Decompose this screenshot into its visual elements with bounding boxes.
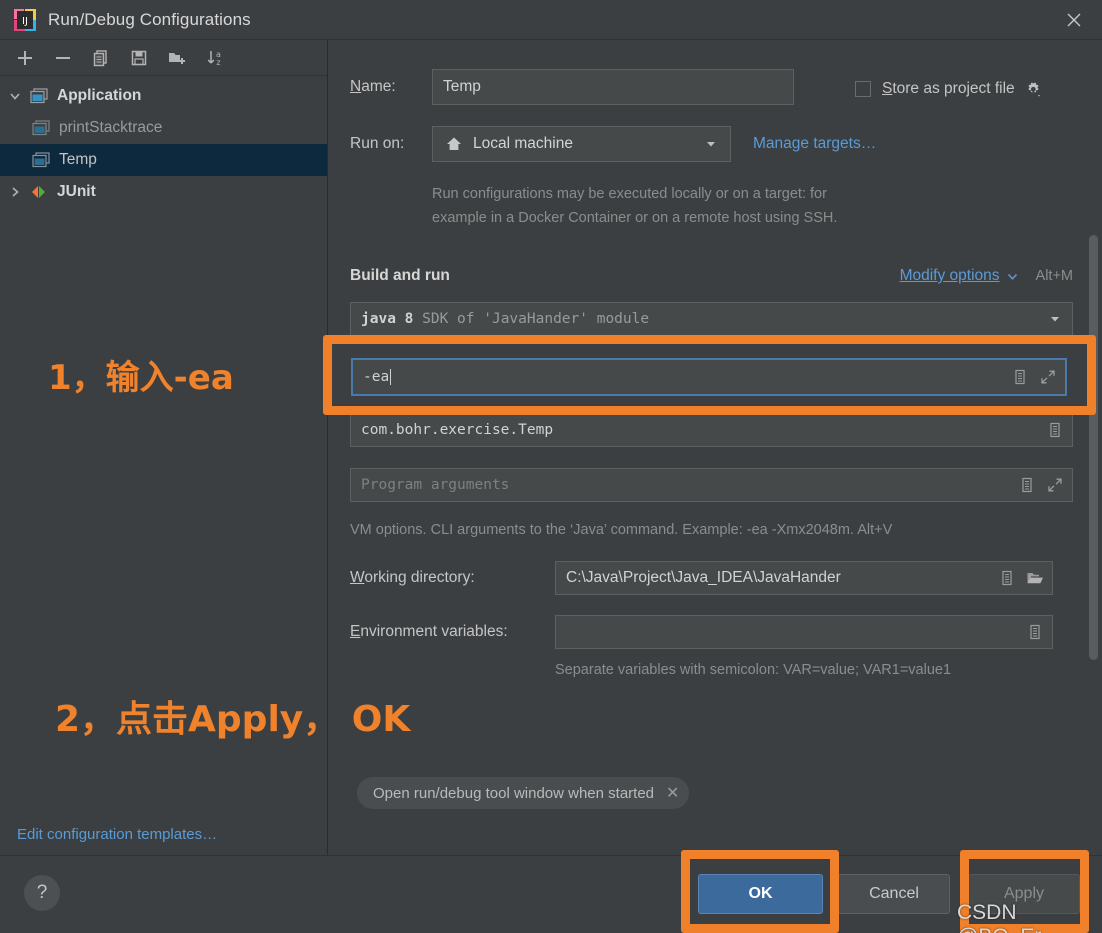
- cancel-button[interactable]: Cancel: [838, 874, 950, 914]
- macro-list-icon[interactable]: [1016, 474, 1038, 496]
- open-tool-window-chip-container: Open run/debug tool window when started …: [357, 777, 690, 809]
- tree-item-printstacktrace[interactable]: printStacktrace: [0, 112, 327, 144]
- tree-item-label: printStacktrace: [59, 119, 163, 136]
- open-tool-window-chip-label: Open run/debug tool window when started: [373, 784, 655, 802]
- tree-item-label: Application: [57, 87, 142, 104]
- configuration-form: Name: Temp Store as project file Run on:: [329, 40, 1102, 855]
- working-directory-label: Working directory:: [350, 569, 475, 586]
- macro-list-icon[interactable]: [1009, 366, 1031, 388]
- junit-icon: [30, 183, 50, 201]
- tree-item-application[interactable]: Application: [0, 80, 327, 112]
- csdn-watermark: CSDN @BO_Er: [957, 901, 1041, 933]
- intellij-idea-logo-icon: IJ: [14, 8, 36, 31]
- tree-item-temp[interactable]: Temp: [0, 144, 327, 176]
- expand-icon[interactable]: [1044, 474, 1066, 496]
- sdk-value: java 8 SDK of 'JavaHander' module: [361, 311, 1044, 327]
- macro-list-icon[interactable]: [1044, 419, 1066, 441]
- run-debug-configurations-dialog: IJ Run/Debug Configurations a z Applicat…: [0, 0, 1102, 933]
- application-icon: [32, 119, 52, 137]
- environment-variables-input[interactable]: [555, 615, 1053, 649]
- copy-configuration-button[interactable]: [84, 44, 118, 72]
- edit-configuration-templates-link[interactable]: Edit configuration templates…: [0, 813, 328, 855]
- build-and-run-title: Build and run: [350, 267, 450, 284]
- environment-variables-label: Environment variables:: [350, 623, 508, 640]
- chevron-down-icon[interactable]: [1002, 265, 1024, 287]
- working-directory-input[interactable]: C:\Java\Project\Java_IDEA\JavaHander: [555, 561, 1053, 595]
- chevron-down-icon[interactable]: [0, 89, 30, 103]
- main-class-value: com.bohr.exercise.Temp: [361, 422, 554, 438]
- window-title: Run/Debug Configurations: [48, 9, 251, 29]
- name-input-value: Temp: [443, 78, 481, 95]
- environment-variables-row: Environment variables:: [350, 615, 1073, 649]
- open-tool-window-chip[interactable]: Open run/debug tool window when started …: [357, 777, 690, 809]
- run-on-hint-line2: example in a Docker Container or on a re…: [432, 210, 838, 226]
- modify-options-link[interactable]: Modify options: [900, 267, 1000, 285]
- main-panel-scrollbar[interactable]: [1089, 235, 1098, 660]
- close-icon[interactable]: [1046, 0, 1102, 40]
- macro-list-icon[interactable]: [996, 567, 1018, 589]
- add-configuration-button[interactable]: [8, 44, 42, 72]
- working-directory-value: C:\Java\Project\Java_IDEA\JavaHander: [566, 569, 841, 586]
- run-on-row: Run on: Local machine Manage targets…: [350, 126, 876, 162]
- ok-button[interactable]: OK: [698, 874, 823, 914]
- tree-item-label: JUnit: [57, 183, 96, 200]
- store-as-project-file-label: Store as project file: [882, 80, 1015, 97]
- annotation-step-1: 1，输入-ea: [48, 358, 234, 398]
- save-configuration-button[interactable]: [122, 44, 156, 72]
- chevron-down-icon[interactable]: [1044, 308, 1066, 330]
- configurations-tree: Application printStacktrace Temp JUnit: [0, 76, 327, 208]
- main-class-input[interactable]: com.bohr.exercise.Temp: [350, 413, 1073, 447]
- run-on-combobox[interactable]: Local machine: [432, 126, 731, 162]
- home-icon: [443, 133, 465, 155]
- close-icon[interactable]: ✕: [666, 783, 679, 803]
- folder-add-icon[interactable]: [160, 44, 194, 72]
- expand-icon[interactable]: [1037, 366, 1059, 388]
- sidebar-toolbar: a z: [0, 40, 327, 76]
- annotation-step-2: 2，点击Apply， OK: [55, 699, 411, 740]
- name-input[interactable]: Temp: [432, 69, 794, 105]
- ok-button-label: OK: [748, 885, 773, 902]
- sdk-value-bold: java 8: [361, 311, 414, 327]
- help-glyph: ?: [36, 882, 48, 903]
- vm-options-input[interactable]: -ea: [351, 358, 1067, 396]
- tree-item-junit[interactable]: JUnit: [0, 176, 327, 208]
- chevron-down-icon[interactable]: [700, 133, 722, 155]
- folder-open-icon[interactable]: [1024, 567, 1046, 589]
- run-on-hint: Run configurations may be executed local…: [432, 182, 1052, 230]
- application-icon: [32, 151, 52, 169]
- manage-targets-link[interactable]: Manage targets…: [753, 135, 876, 153]
- svg-text:z: z: [216, 58, 220, 67]
- run-on-hint-line1: Run configurations may be executed local…: [432, 186, 827, 202]
- build-and-run-header: Build and run Modify options Alt+M: [350, 264, 1073, 288]
- edit-configuration-templates-label: Edit configuration templates…: [17, 825, 218, 843]
- dialog-footer: ? OK Cancel Apply: [0, 855, 1102, 933]
- modify-options-shortcut: Alt+M: [1035, 268, 1073, 284]
- svg-text:IJ: IJ: [22, 16, 28, 27]
- sdk-value-rest: SDK of 'JavaHander' module: [422, 311, 650, 327]
- environment-variables-hint: Separate variables with semicolon: VAR=v…: [555, 662, 952, 678]
- name-label: Name:: [350, 78, 396, 95]
- cancel-button-label: Cancel: [869, 885, 919, 902]
- help-icon[interactable]: ?: [24, 875, 60, 911]
- macro-list-icon[interactable]: [1024, 621, 1046, 643]
- vm-options-hint: VM options. CLI arguments to the ‘Java’ …: [350, 522, 893, 538]
- sdk-combobox[interactable]: java 8 SDK of 'JavaHander' module: [350, 302, 1073, 336]
- vm-options-value: -ea: [363, 369, 1009, 385]
- program-arguments-input[interactable]: Program arguments: [350, 468, 1073, 502]
- working-directory-row: Working directory: C:\Java\Project\Java_…: [350, 561, 1073, 595]
- run-on-value: Local machine: [473, 135, 573, 152]
- gear-icon[interactable]: [1023, 78, 1045, 100]
- store-as-project-file-checkbox[interactable]: [855, 81, 871, 97]
- application-icon: [30, 87, 50, 105]
- run-on-label: Run on:: [350, 135, 405, 152]
- sort-az-icon[interactable]: a z: [198, 44, 232, 72]
- chevron-right-icon[interactable]: [0, 185, 30, 199]
- title-bar: IJ Run/Debug Configurations: [0, 0, 1102, 40]
- remove-configuration-button[interactable]: [46, 44, 80, 72]
- tree-item-label: Temp: [59, 151, 97, 168]
- program-arguments-placeholder: Program arguments: [361, 477, 510, 493]
- store-as-project-file-row: Store as project file: [855, 78, 1045, 100]
